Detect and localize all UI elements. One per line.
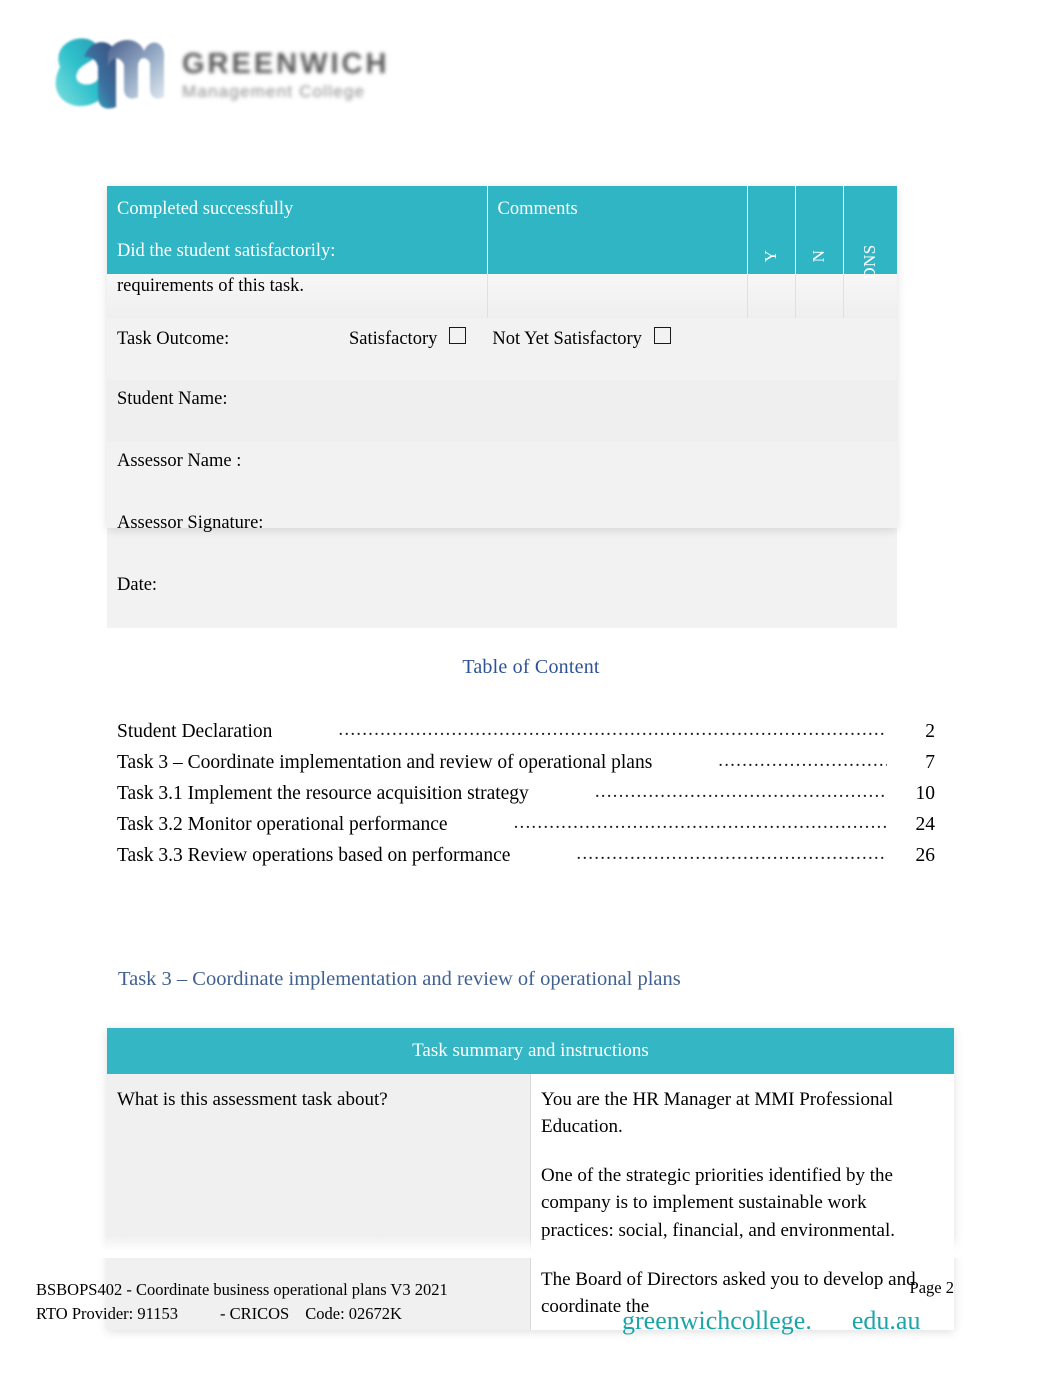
toc-entry[interactable]: Task 3.2 Monitor operational performance… bbox=[117, 813, 936, 846]
assessor-name-label: Assessor Name : bbox=[117, 451, 242, 471]
header-completed-label: Completed successfully bbox=[117, 199, 294, 219]
toc-entry-label: Student Declaration bbox=[117, 721, 273, 742]
toc-entry-page: 24 bbox=[915, 814, 936, 835]
task-summary-paragraph: One of the strategic priorities identifi… bbox=[541, 1165, 895, 1241]
greenwich-logo-icon bbox=[40, 27, 168, 119]
footer-brand-name: greenwichcollege. bbox=[622, 1306, 812, 1335]
header-cell-dns: DNS bbox=[843, 186, 897, 280]
toc-entry-page: 26 bbox=[915, 845, 936, 866]
header-dns-label: DNS bbox=[860, 244, 880, 280]
satisfactory-checkbox[interactable] bbox=[449, 327, 467, 344]
footer-brand-domain: edu.au bbox=[851, 1306, 921, 1335]
footer-brand-url[interactable]: greenwichcollege. edu.au bbox=[622, 1306, 920, 1336]
toc-leader-dots: ........................................… bbox=[594, 782, 887, 801]
toc-entry-page: 2 bbox=[925, 721, 935, 742]
table-row-assessor-signature: Assessor Signature: bbox=[107, 504, 897, 566]
footer-course-info: BSBOPS402 - Coordinate business operatio… bbox=[36, 1278, 448, 1327]
header-y-label: Y bbox=[761, 249, 780, 263]
table-header-row: Completed successfully Did the student s… bbox=[107, 186, 897, 280]
assessment-outcome-table: Completed successfully Did the student s… bbox=[107, 186, 897, 628]
continued-n-cell[interactable] bbox=[795, 274, 844, 318]
task-summary-paragraph: You are the HR Manager at MMI Profession… bbox=[541, 1089, 894, 1138]
student-name-cell[interactable]: Student Name: bbox=[107, 380, 897, 442]
continued-comments-cell bbox=[487, 274, 748, 318]
toc-entry-label: Task 3.1 Implement the resource acquisit… bbox=[117, 783, 529, 804]
toc-entry[interactable]: Task 3 – Coordinate implementation and r… bbox=[117, 751, 935, 784]
wordmark-main: GREENWICH bbox=[182, 47, 390, 80]
toc-leader-dots: ................................... bbox=[718, 751, 887, 770]
footer-rto-line: RTO Provider: 91153 - CRICOS Code: 02672K bbox=[36, 1302, 448, 1326]
continued-criterion-text: requirements of this task. bbox=[107, 274, 488, 318]
table-row-date: Date: bbox=[107, 566, 897, 628]
footer-cricos-label: - CRICOS bbox=[220, 1304, 290, 1324]
toc-entry-page: 7 bbox=[925, 752, 935, 773]
header-cell-n: N bbox=[795, 186, 844, 274]
table-row-assessor-name: Assessor Name : bbox=[107, 442, 897, 504]
header-did-student-label: Did the student satisfactorily: bbox=[117, 241, 336, 261]
toc-leader-dots: ........................................… bbox=[513, 813, 887, 832]
table-row-task-outcome: Task Outcome: Satisfactory Not Yet Satis… bbox=[107, 318, 897, 380]
task-outcome-cell: Task Outcome: Satisfactory Not Yet Satis… bbox=[107, 318, 897, 380]
task-summary-header-label: Task summary and instructions bbox=[107, 1028, 954, 1074]
footer-course-code-line: BSBOPS402 - Coordinate business operatio… bbox=[36, 1280, 448, 1299]
assessor-signature-label: Assessor Signature: bbox=[117, 513, 264, 533]
toc-entry[interactable]: Task 3.3 Review operations based on perf… bbox=[117, 844, 936, 877]
date-cell[interactable]: Date: bbox=[107, 566, 897, 628]
header-cell-completed: Completed successfully Did the student s… bbox=[107, 186, 488, 274]
college-wordmark: GREENWICH Management College bbox=[182, 45, 389, 102]
toc-title: Table of Content bbox=[462, 656, 600, 678]
document-page: GREENWICH Management College Completed s… bbox=[0, 0, 1062, 1376]
footer-page-number: Page 2 bbox=[909, 1278, 954, 1297]
task-summary-header-row: Task summary and instructions bbox=[107, 1028, 954, 1074]
wordmark-sub: Management College bbox=[182, 81, 366, 101]
satisfactory-label: Satisfactory bbox=[349, 329, 438, 349]
assessor-signature-cell[interactable]: Assessor Signature: bbox=[107, 504, 897, 566]
task-outcome-label: Task Outcome: bbox=[117, 329, 230, 349]
toc-entry-label: Task 3.3 Review operations based on perf… bbox=[117, 845, 511, 866]
task3-heading: Task 3 – Coordinate implementation and r… bbox=[118, 968, 681, 990]
toc-entry[interactable]: Student Declaration ....................… bbox=[117, 720, 935, 753]
toc-leader-dots: ........................................… bbox=[576, 844, 887, 863]
assessor-name-cell[interactable]: Assessor Name : bbox=[107, 442, 897, 504]
not-yet-satisfactory-checkbox[interactable] bbox=[653, 327, 671, 344]
continued-y-cell[interactable] bbox=[747, 274, 796, 318]
footer-cricos-code: Code: 02672K bbox=[305, 1304, 402, 1324]
toc-entry-label: Task 3.2 Monitor operational performance bbox=[117, 814, 448, 835]
table-row: requirements of this task. bbox=[107, 274, 897, 318]
toc-entry-page: 10 bbox=[915, 783, 936, 804]
page-footer: BSBOPS402 - Coordinate business operatio… bbox=[0, 1272, 1062, 1372]
table-row-student-name: Student Name: bbox=[107, 380, 897, 442]
student-name-label: Student Name: bbox=[117, 389, 228, 409]
footer-rto-provider: RTO Provider: 91153 bbox=[36, 1304, 179, 1324]
continued-dns-cell[interactable] bbox=[843, 274, 897, 318]
header-cell-y: Y bbox=[747, 186, 796, 274]
toc-entry[interactable]: Task 3.1 Implement the resource acquisit… bbox=[117, 782, 936, 815]
not-yet-satisfactory-label: Not Yet Satisfactory bbox=[492, 329, 642, 349]
toc-entry-label: Task 3 – Coordinate implementation and r… bbox=[117, 752, 653, 773]
date-label: Date: bbox=[117, 575, 158, 595]
college-logo-header: GREENWICH Management College bbox=[40, 14, 470, 132]
toc-list: Student Declaration ....................… bbox=[117, 720, 936, 877]
toc-leader-dots: ........................................… bbox=[338, 720, 887, 739]
header-n-label: N bbox=[809, 249, 828, 263]
header-comments-label: Comments bbox=[497, 199, 578, 219]
header-cell-comments: Comments bbox=[487, 186, 748, 274]
